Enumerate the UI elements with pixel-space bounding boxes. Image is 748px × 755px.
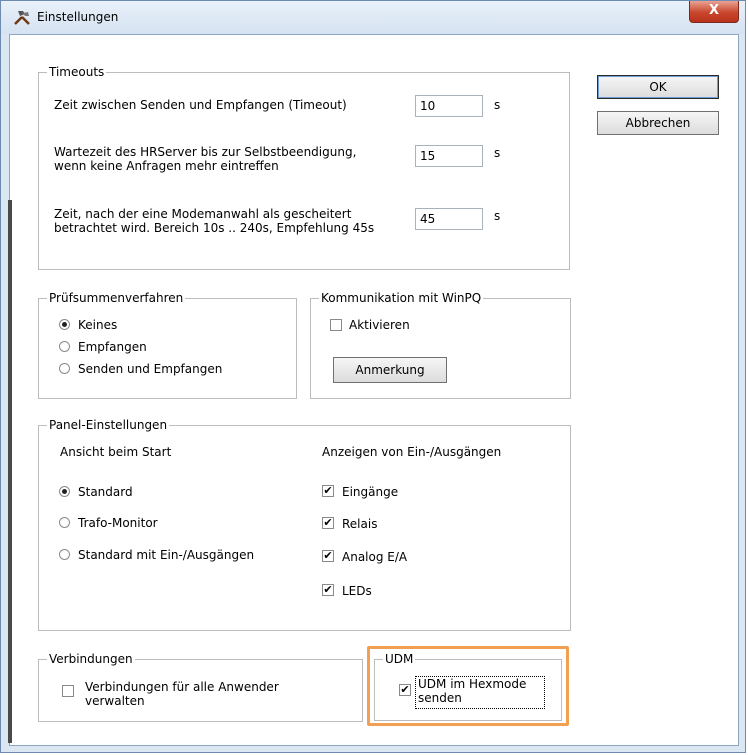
checksum-group-title: Prüfsummenverfahren [47,291,186,305]
io-checkbox-leds[interactable]: ✔ [322,584,334,596]
udm-highlight-box [367,646,569,726]
scrollbar-strip [8,200,12,743]
timeout-unit-3: s [494,209,501,223]
checksum-label-send-receive: Senden und Empfangen [78,362,223,376]
io-checkbox-relays[interactable]: ✔ [322,517,334,529]
start-radio-standard[interactable] [59,486,70,497]
io-label-inputs: Eingänge [342,485,399,499]
winpq-activate-label: Aktivieren [349,318,410,332]
winpq-group-title: Kommunikation mit WinPQ [319,291,484,305]
timeouts-group-title: Timeouts [47,65,107,79]
start-label-standard-io: Standard mit Ein-/Ausgängen [78,548,255,562]
title-bar: Einstellungen X [1,1,745,34]
note-button[interactable]: Anmerkung [333,357,447,383]
start-radio-standard-io[interactable] [59,549,70,560]
checksum-radio-send-receive[interactable] [59,363,70,374]
start-radio-trafo-monitor[interactable] [59,517,70,528]
timeout-label-2: Wartezeit des HRServer bis zur Selbstbee… [54,145,357,173]
timeout-input-2[interactable]: 15 [415,145,483,167]
checksum-radio-receive[interactable] [59,341,70,352]
timeout-unit-1: s [494,98,501,112]
winpq-activate-checkbox[interactable] [330,319,342,331]
winpq-group: Kommunikation mit WinPQ [310,291,571,399]
manage-connections-label: Verbindungen für alle Anwender verwalten [85,680,279,708]
connections-group-title: Verbindungen [47,652,135,666]
window-title: Einstellungen [37,10,119,24]
checksum-label-none: Keines [78,318,118,332]
checksum-group: Prüfsummenverfahren [38,291,297,399]
io-label-leds: LEDs [342,584,372,598]
panel-settings-group-title: Panel-Einstellungen [47,418,170,432]
timeout-label-3: Zeit, nach der eine Modemanwahl als gesc… [54,207,375,235]
io-label-analog: Analog E/A [342,550,408,564]
timeout-label-1: Zeit zwischen Senden und Empfangen (Time… [54,98,347,112]
io-display-heading: Anzeigen von Ein-/Ausgängen [322,445,502,459]
close-button[interactable]: X [689,1,739,23]
start-label-trafo-monitor: Trafo-Monitor [78,516,158,530]
start-view-heading: Ansicht beim Start [60,445,172,459]
timeout-input-1[interactable]: 10 [415,95,483,117]
io-label-relays: Relais [342,517,378,531]
io-checkbox-inputs[interactable]: ✔ [322,485,334,497]
io-checkbox-analog[interactable]: ✔ [322,550,334,562]
timeout-input-3[interactable]: 45 [415,208,483,230]
manage-connections-checkbox[interactable] [62,685,74,697]
cancel-button[interactable]: Abbrechen [597,111,719,135]
checksum-label-receive: Empfangen [78,340,147,354]
checksum-radio-none[interactable] [59,319,70,330]
timeout-unit-2: s [494,146,501,160]
start-label-standard: Standard [78,485,133,499]
ok-button[interactable]: OK [597,75,719,99]
tools-icon [14,11,30,25]
